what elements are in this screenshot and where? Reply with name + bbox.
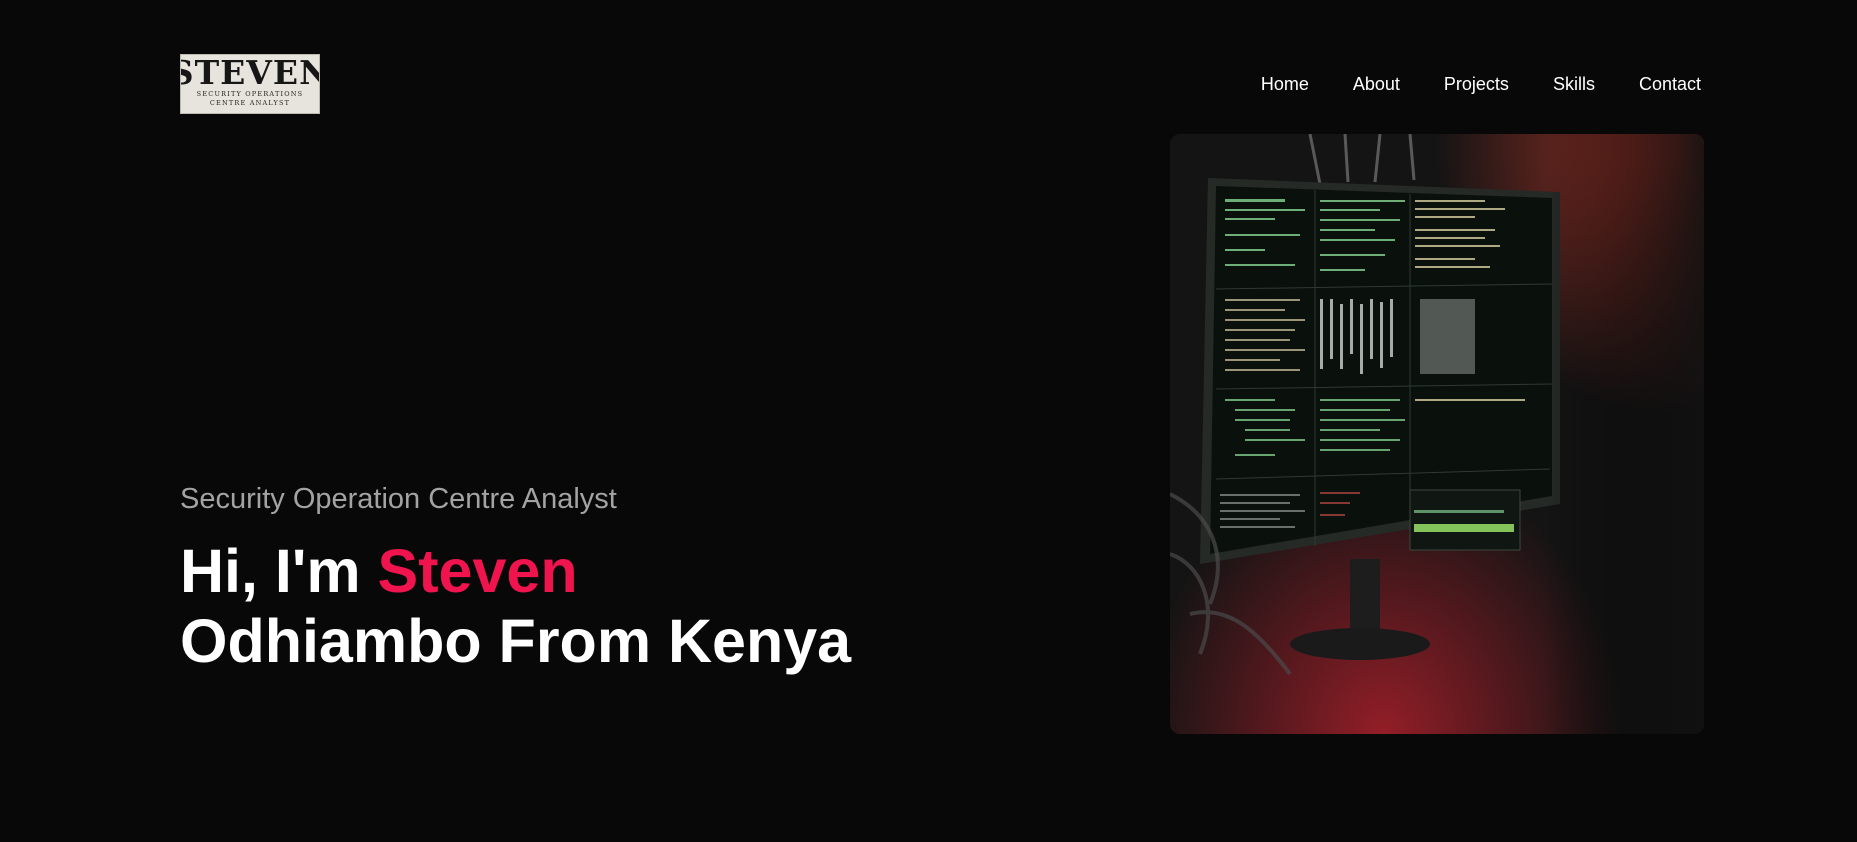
nav-link-skills[interactable]: Skills	[1553, 72, 1595, 96]
hero-headline: Hi, I'm Steven Odhiambo From Kenya	[180, 536, 940, 676]
hero-first-name: Steven	[377, 537, 578, 605]
page: STEVEN SECURITY OPERATIONS CENTRE ANALYS…	[0, 0, 1857, 842]
site-logo[interactable]: STEVEN SECURITY OPERATIONS CENTRE ANALYS…	[180, 54, 320, 114]
nav-link-projects[interactable]: Projects	[1444, 72, 1509, 96]
logo-tagline-line-2: CENTRE ANALYST	[209, 99, 291, 107]
nav-link-about[interactable]: About	[1353, 72, 1400, 96]
logo-tagline-line-1: SECURITY OPERATIONS	[196, 90, 304, 98]
hero-rest-line: Odhiambo From Kenya	[180, 607, 852, 675]
nav-link-contact[interactable]: Contact	[1639, 72, 1701, 96]
logo-wordmark: STEVEN	[181, 54, 319, 92]
main-nav: Home About Projects Skills Contact	[1261, 72, 1701, 96]
nav-link-home[interactable]: Home	[1261, 72, 1309, 96]
hacker-monitor-photo-icon	[1170, 134, 1704, 734]
hero-greeting: Hi, I'm	[180, 537, 378, 605]
hero-image	[1170, 134, 1704, 734]
hero-subtitle: Security Operation Centre Analyst	[180, 483, 617, 515]
